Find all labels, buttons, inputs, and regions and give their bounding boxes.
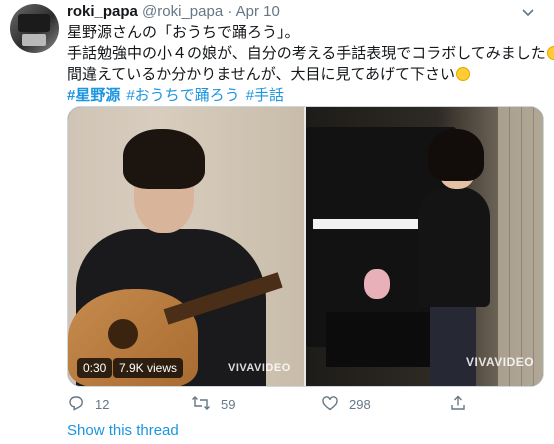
piano-bench-shape <box>326 312 436 367</box>
like-count: 298 <box>349 397 371 412</box>
video-divider <box>304 107 306 386</box>
shoji-wall <box>498 107 543 386</box>
video-figure <box>418 187 490 307</box>
watermark: VIVAVIDEO <box>228 362 291 374</box>
tweet-text-line: 手話勉強中の小４の娘が、自分の考える手話表現でコラボしてみました <box>67 43 554 64</box>
video-figure <box>430 303 476 386</box>
doll-shape <box>364 269 390 299</box>
tweet-text: 星野源さんの「おうちで踊ろう」。 手話勉強中の小４の娘が、自分の考える手話表現で… <box>67 22 554 106</box>
show-thread-link[interactable]: Show this thread <box>67 422 179 439</box>
like-button[interactable]: 298 <box>321 394 371 414</box>
tweet-text-content: 手話勉強中の小４の娘が、自分の考える手話表現でコラボしてみました <box>67 45 546 62</box>
watermark: VIVAVIDEO <box>466 355 535 369</box>
like-icon <box>322 396 338 411</box>
retweet-icon <box>192 396 210 410</box>
reply-button[interactable]: 12 <box>67 394 109 414</box>
video-duration: 0:30 <box>77 358 113 378</box>
retweet-count: 59 <box>221 397 236 412</box>
video-figure <box>123 129 205 189</box>
tweet-text-line: 星野源さんの「おうちで踊ろう」。 <box>67 22 547 43</box>
tweet[interactable]: roki_papa @roki_papa · Apr 10 星野源さんの「おうち… <box>0 0 554 444</box>
chevron-down-icon[interactable] <box>521 8 535 18</box>
author-name[interactable]: roki_papa <box>67 3 138 20</box>
avatar-shape <box>18 14 50 32</box>
reply-count: 12 <box>95 397 110 412</box>
hashtag-link[interactable]: #おうちで踊ろう <box>126 87 239 104</box>
hashtag-link[interactable]: #星野源 <box>67 87 120 104</box>
grin-emoji-icon <box>456 67 471 81</box>
smiley-emoji-icon <box>546 46 554 60</box>
tweet-text-content: 星野源さんの「おうちで踊ろう」。 <box>67 24 300 41</box>
separator: · <box>227 3 233 20</box>
tweet-actions: 12 59 298 <box>0 394 554 414</box>
tweet-text-content: 間違えているか分かりませんが、大目に見てあげて下さい <box>67 66 456 83</box>
tweet-header: roki_papa @roki_papa · Apr 10 <box>67 2 280 22</box>
hashtags: #星野源 #おうちで踊ろう #手話 <box>67 85 547 106</box>
tweet-text-line: 間違えているか分かりませんが、大目に見てあげて下さい <box>67 64 547 85</box>
avatar[interactable] <box>10 4 59 53</box>
guitar-shape <box>108 319 138 349</box>
tweet-date[interactable]: Apr 10 <box>236 3 280 20</box>
avatar-shape <box>22 34 46 46</box>
video-figure <box>428 129 484 181</box>
author-handle[interactable]: @roki_papa <box>142 3 223 20</box>
share-icon <box>451 395 465 410</box>
share-button[interactable] <box>449 394 477 414</box>
reply-icon <box>69 396 83 411</box>
video-views: 7.9K views <box>113 358 184 378</box>
retweet-button[interactable]: 59 <box>191 394 235 414</box>
hashtag-link[interactable]: #手話 <box>246 87 284 104</box>
video-player[interactable]: VIVAVIDEO VIVAVIDEO 0:30 7.9K views <box>67 106 544 387</box>
